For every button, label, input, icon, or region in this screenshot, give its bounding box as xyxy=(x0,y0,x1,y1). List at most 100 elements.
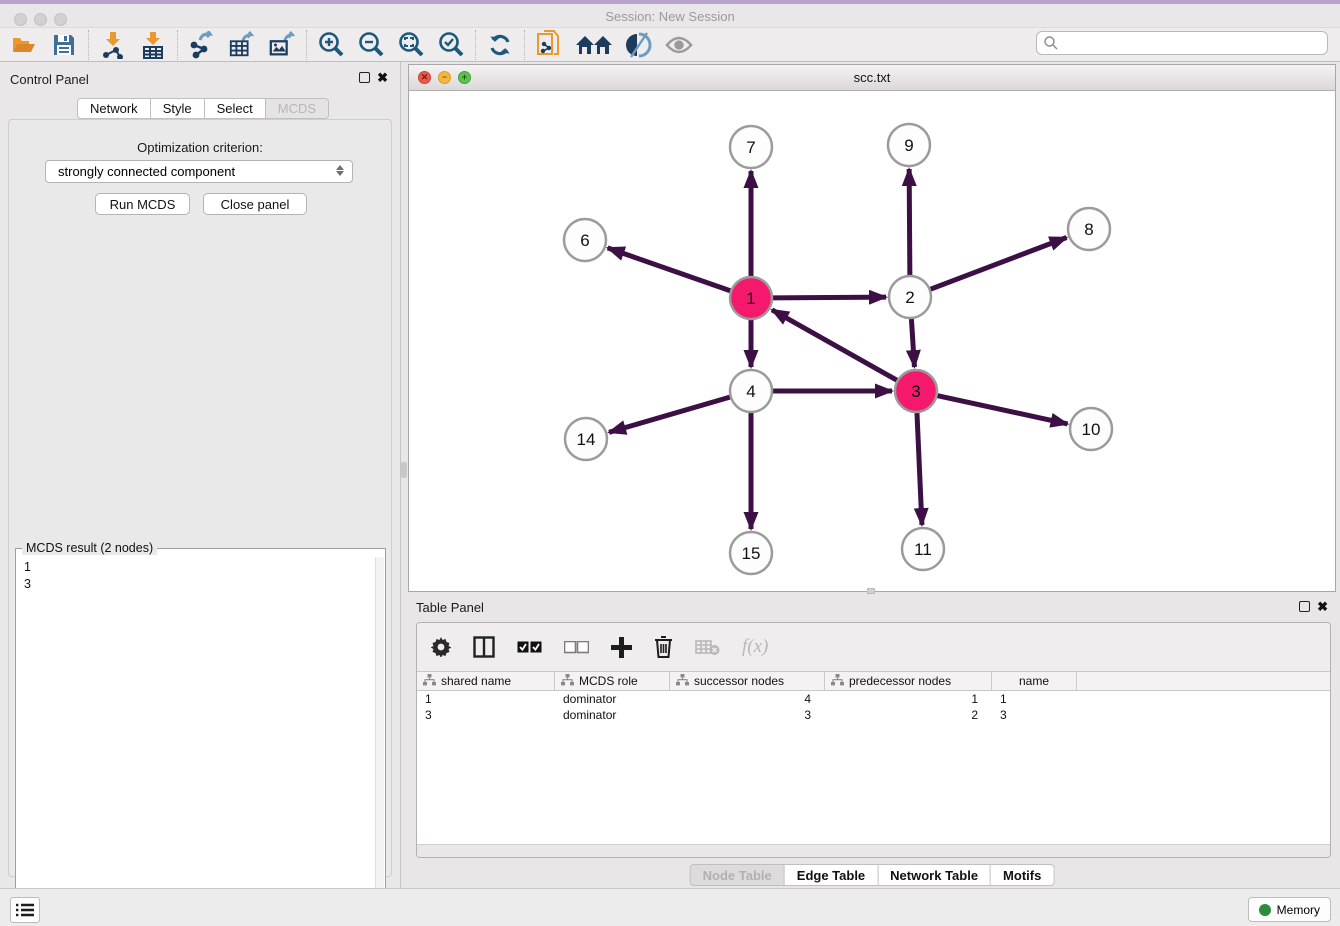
table-cell[interactable]: 1 xyxy=(417,691,555,707)
column-type-icon xyxy=(831,674,844,689)
import-network-icon[interactable] xyxy=(99,31,127,59)
memory-status-icon xyxy=(1259,904,1271,916)
task-history-button[interactable] xyxy=(10,897,40,923)
edge-3-10[interactable] xyxy=(937,396,1067,424)
application-window: Session: New Session xyxy=(0,0,1340,926)
delete-table-icon[interactable] xyxy=(695,639,720,656)
table-tab-motifs[interactable]: Motifs xyxy=(991,864,1054,886)
tab-network[interactable]: Network xyxy=(77,98,151,119)
export-network-icon[interactable] xyxy=(188,31,216,59)
edge-2-9[interactable] xyxy=(909,169,910,275)
control-panel-title: Control Panel xyxy=(10,72,89,87)
result-scrollbar[interactable] xyxy=(375,557,384,923)
edge-2-8[interactable] xyxy=(931,238,1067,290)
column-header-shared-name[interactable]: shared name xyxy=(417,672,555,690)
memory-button[interactable]: Memory xyxy=(1248,897,1331,922)
import-table-icon[interactable] xyxy=(139,31,167,59)
table-cell[interactable]: 1 xyxy=(992,691,1077,707)
edge-2-3[interactable] xyxy=(911,319,914,367)
table-header-row[interactable]: shared name MCDS role successor nodes prede… xyxy=(417,671,1330,691)
zoom-in-icon[interactable] xyxy=(317,31,345,59)
column-header-predecessor-nodes[interactable]: predecessor nodes xyxy=(825,672,992,690)
app-title: Session: New Session xyxy=(0,9,1340,24)
select-all-icon[interactable] xyxy=(517,641,542,654)
close-panel-icon[interactable]: ✖ xyxy=(377,72,388,83)
list-icon xyxy=(16,903,34,917)
add-column-icon[interactable] xyxy=(611,637,632,658)
edge-3-1[interactable] xyxy=(772,310,897,380)
clone-network-icon[interactable] xyxy=(535,31,563,59)
home-view-icon[interactable] xyxy=(575,31,613,59)
table-row[interactable]: 3dominator323 xyxy=(417,707,1330,723)
network-graph-canvas[interactable]: 7968124314101511 xyxy=(409,91,1335,591)
table-panel-title: Table Panel xyxy=(416,600,484,615)
refresh-icon[interactable] xyxy=(486,31,514,59)
delete-column-icon[interactable] xyxy=(654,636,673,658)
network-view-window: ✕ − + scc.txt 7968124314101511 xyxy=(408,64,1336,592)
mcds-result-list: 13 xyxy=(16,549,385,593)
column-type-icon xyxy=(423,674,436,689)
tab-select[interactable]: Select xyxy=(205,98,266,119)
zoom-fit-icon[interactable] xyxy=(397,31,425,59)
table-tab-network-table[interactable]: Network Table xyxy=(878,864,991,886)
column-header-MCDS-role[interactable]: MCDS role xyxy=(555,672,670,690)
network-resize-handle[interactable] xyxy=(867,588,875,594)
tab-style[interactable]: Style xyxy=(151,98,205,119)
column-header-label: successor nodes xyxy=(694,674,784,688)
network-window-titlebar[interactable]: ✕ − + scc.txt xyxy=(409,65,1335,91)
tab-mcds[interactable]: MCDS xyxy=(266,98,329,119)
table-tab-node-table[interactable]: Node Table xyxy=(690,864,785,886)
table-cell[interactable]: 3 xyxy=(670,707,825,723)
table-panel: Table Panel ✖ xyxy=(408,596,1336,888)
status-bar: Memory xyxy=(0,888,1340,926)
table-tabs: Node TableEdge TableNetwork TableMotifs xyxy=(690,864,1055,886)
edge-1-2[interactable] xyxy=(773,297,886,298)
table-settings-gear-icon[interactable] xyxy=(431,637,451,657)
float-panel-icon[interactable] xyxy=(359,72,370,83)
table-cell[interactable]: 4 xyxy=(670,691,825,707)
column-header-name[interactable]: name xyxy=(992,672,1077,690)
table-row[interactable]: 1dominator411 xyxy=(417,691,1330,707)
export-image-icon[interactable] xyxy=(268,31,296,59)
table-close-icon[interactable]: ✖ xyxy=(1317,601,1328,612)
run-mcds-button[interactable]: Run MCDS xyxy=(95,193,190,215)
table-cell[interactable]: 3 xyxy=(992,707,1077,723)
table-tab-edge-table[interactable]: Edge Table xyxy=(785,864,878,886)
deselect-all-icon[interactable] xyxy=(564,641,589,654)
splitter-handle[interactable] xyxy=(401,462,407,478)
save-session-icon[interactable] xyxy=(50,31,78,59)
edge-1-6[interactable] xyxy=(608,248,731,291)
close-panel-button[interactable]: Close panel xyxy=(203,193,307,215)
zoom-selected-icon[interactable] xyxy=(437,31,465,59)
table-cell[interactable]: dominator xyxy=(555,691,670,707)
edge-3-11[interactable] xyxy=(917,413,922,525)
graph-node-label-7: 7 xyxy=(746,138,755,157)
column-header-label: shared name xyxy=(441,674,511,688)
edge-4-14[interactable] xyxy=(609,397,730,432)
table-cell[interactable]: 3 xyxy=(417,707,555,723)
eye-icon[interactable] xyxy=(665,31,693,59)
search-input[interactable] xyxy=(1059,36,1327,50)
table-cell[interactable]: 1 xyxy=(825,691,992,707)
table-cell[interactable]: dominator xyxy=(555,707,670,723)
table-cell[interactable]: 2 xyxy=(825,707,992,723)
search-field[interactable] xyxy=(1036,31,1328,55)
mcds-result-title: MCDS result (2 nodes) xyxy=(22,541,157,555)
table-hscroll-strip[interactable] xyxy=(417,844,1330,857)
graph-node-label-4: 4 xyxy=(746,382,755,401)
mcds-result-item: 3 xyxy=(24,576,385,593)
column-header-successor-nodes[interactable]: successor nodes xyxy=(670,672,825,690)
function-builder-icon[interactable]: f(x) xyxy=(742,636,768,658)
open-session-icon[interactable] xyxy=(10,31,38,59)
zoom-out-icon[interactable] xyxy=(357,31,385,59)
mcds-result-item: 1 xyxy=(24,559,385,576)
table-float-icon[interactable] xyxy=(1299,601,1310,612)
network-window-title: scc.txt xyxy=(409,70,1335,85)
mcds-result-box: MCDS result (2 nodes) 13 xyxy=(15,548,386,926)
export-table-icon[interactable] xyxy=(228,31,256,59)
style-toggle-icon[interactable] xyxy=(625,31,653,59)
table-toolbar: f(x) xyxy=(417,623,1330,671)
column-header-label: predecessor nodes xyxy=(849,674,951,688)
show-columns-icon[interactable] xyxy=(473,636,495,658)
optimization-dropdown[interactable]: strongly connected component xyxy=(45,160,353,183)
